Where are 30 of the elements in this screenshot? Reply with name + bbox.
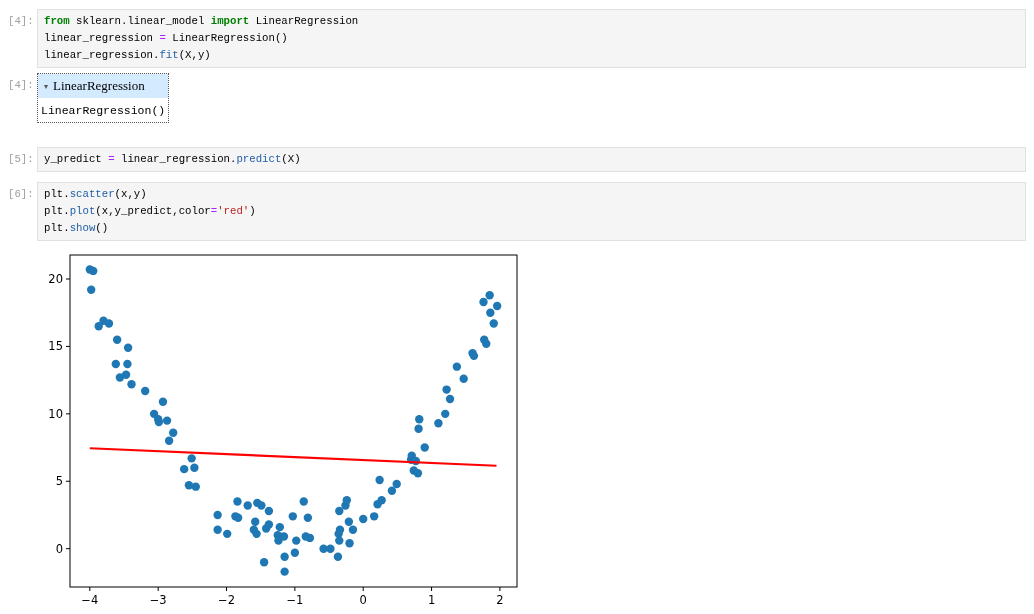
x-tick-label: 2 [496,593,504,607]
cell-prompt: [4]: [7,78,35,93]
cell-prompt: [6]: [7,187,35,202]
x-tick-label: −3 [149,593,167,607]
y-tick-label: 5 [55,474,63,489]
estimator-header[interactable]: ▾ LinearRegression [38,74,169,98]
code-line: linear_regression = LinearRegression() [44,31,289,46]
code-line: plt.plot(x,y_predict,color='red') [44,204,257,219]
y-tick-label: 0 [55,541,63,556]
y-tick-label: 15 [48,339,63,354]
code-line: y_predict = linear_regression.predict(X) [44,152,302,167]
x-tick-label: 0 [359,593,367,607]
estimator-repr: LinearRegression() [40,103,167,119]
code-line: plt.show() [44,221,110,236]
code-input[interactable]: y_predict = linear_regression.predict(X) [37,147,1026,172]
code-line: from sklearn.linear_model import LinearRegression [44,14,360,29]
x-tick-label: −4 [81,593,99,607]
code-line: plt.scatter(x,y) [44,187,148,202]
x-tick-label: 1 [427,593,436,607]
code-input[interactable]: from sklearn.linear_model import LinearRegression linear_regression = LinearRegression() linear_regression.fit(X,y) [37,9,1026,68]
estimator-name: LinearRegression [53,78,145,94]
x-tick-label: −1 [286,593,304,607]
cell-prompt: [5]: [7,152,35,167]
y-tick-label: 10 [48,406,63,421]
toggle-icon[interactable]: ▾ [44,81,48,91]
y-tick-label: 20 [48,272,63,286]
x-tick-label: −2 [218,593,235,607]
cell-prompt: [4]: [7,14,35,29]
code-input[interactable]: plt.scatter(x,y) plt.plot(x,y_predict,color='red') plt.show() [37,182,1026,241]
code-line: linear_regression.fit(X,y) [44,48,212,63]
